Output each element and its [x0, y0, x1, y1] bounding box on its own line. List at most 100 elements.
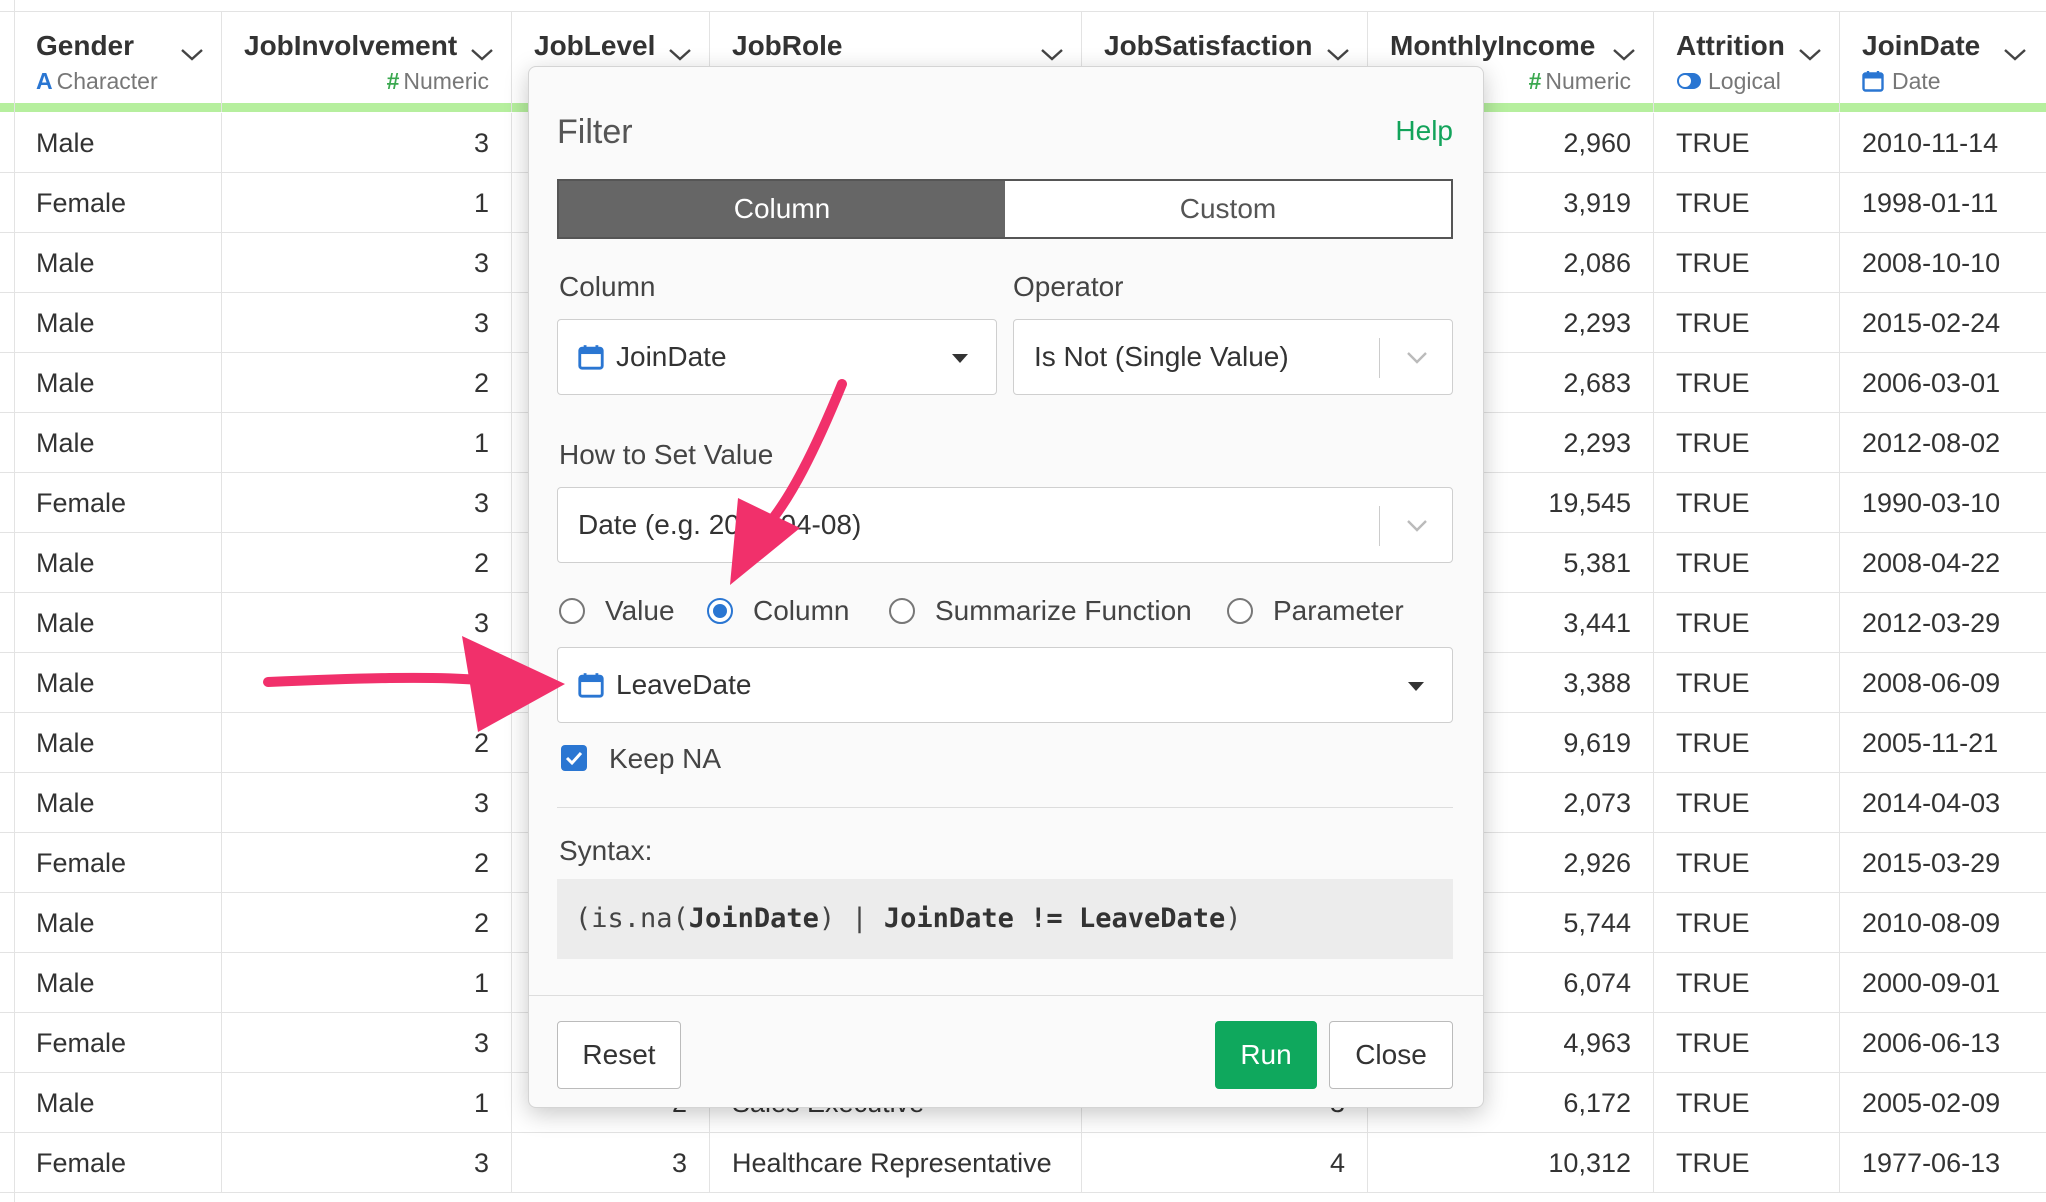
cell-job-involvement[interactable]: 2 — [222, 353, 512, 413]
cell-join-date[interactable]: 2000-09-01 — [1840, 953, 2046, 1013]
cell-gender[interactable]: Male — [14, 953, 222, 1013]
cell-job-involvement[interactable]: 3 — [222, 473, 512, 533]
value-column-select[interactable]: LeaveDate — [557, 647, 1453, 723]
cell-job-involvement[interactable]: 3 — [222, 113, 512, 173]
cell-job-involvement[interactable]: 1 — [222, 1073, 512, 1133]
cell-join-date[interactable]: 2006-03-01 — [1840, 353, 2046, 413]
radio-circle[interactable] — [889, 597, 915, 624]
cell-attrition[interactable]: TRUE — [1654, 1133, 1840, 1193]
cell-gender[interactable]: Female — [14, 1133, 222, 1193]
operator-select[interactable]: Is Not (Single Value) — [1013, 319, 1453, 395]
cell-join-date[interactable]: 2006-06-13 — [1840, 1013, 2046, 1073]
column-header-jobinvolvement[interactable]: JobInvolvement # Numeric — [222, 12, 512, 112]
tab-column[interactable]: Column — [559, 181, 1005, 237]
cell-gender[interactable]: Male — [14, 413, 222, 473]
close-button[interactable]: Close — [1329, 1021, 1453, 1089]
keep-na-checkbox[interactable] — [561, 745, 587, 771]
cell-attrition[interactable]: TRUE — [1654, 953, 1840, 1013]
cell-join-date[interactable]: 2008-10-10 — [1840, 233, 2046, 293]
cell-job-involvement[interactable]: 2 — [222, 893, 512, 953]
value-type-select[interactable]: Date (e.g. 2015-04-08) — [557, 487, 1453, 563]
cell-job-involvement[interactable]: 2 — [222, 833, 512, 893]
cell-attrition[interactable]: TRUE — [1654, 1073, 1840, 1133]
cell-join-date[interactable]: 2015-02-24 — [1840, 293, 2046, 353]
run-button[interactable]: Run — [1215, 1021, 1317, 1089]
cell-gender[interactable]: Male — [14, 293, 222, 353]
radio-circle[interactable] — [1227, 597, 1253, 624]
cell-join-date[interactable]: 2012-03-29 — [1840, 593, 2046, 653]
cell-monthly-income[interactable]: 10,312 — [1368, 1133, 1654, 1193]
cell-gender[interactable]: Male — [14, 653, 222, 713]
cell-job-involvement[interactable]: 3 — [222, 593, 512, 653]
cell-attrition[interactable]: TRUE — [1654, 353, 1840, 413]
cell-gender[interactable]: Female — [14, 473, 222, 533]
cell-job-satisfaction[interactable]: 4 — [1082, 1133, 1368, 1193]
cell-join-date[interactable]: 1990-03-10 — [1840, 473, 2046, 533]
cell-job-involvement[interactable]: 1 — [222, 953, 512, 1013]
cell-job-role[interactable]: Healthcare Representative — [710, 1133, 1082, 1193]
cell-attrition[interactable]: TRUE — [1654, 893, 1840, 953]
column-header-attrition[interactable]: Attrition Logical — [1654, 12, 1840, 112]
cell-attrition[interactable]: TRUE — [1654, 773, 1840, 833]
help-link[interactable]: Help — [1395, 115, 1453, 147]
cell-gender[interactable]: Male — [14, 113, 222, 173]
cell-attrition[interactable]: TRUE — [1654, 653, 1840, 713]
cell-job-involvement[interactable]: 1 — [222, 173, 512, 233]
cell-join-date[interactable]: 2010-11-14 — [1840, 113, 2046, 173]
chevron-down-icon[interactable] — [1325, 44, 1351, 64]
cell-gender[interactable]: Female — [14, 173, 222, 233]
chevron-down-icon[interactable] — [2002, 44, 2028, 64]
cell-join-date[interactable]: 2008-06-09 — [1840, 653, 2046, 713]
cell-join-date[interactable]: 2005-02-09 — [1840, 1073, 2046, 1133]
cell-job-involvement[interactable]: 1 — [222, 413, 512, 473]
cell-gender[interactable]: Male — [14, 713, 222, 773]
cell-gender[interactable]: Female — [14, 833, 222, 893]
cell-join-date[interactable]: 2015-03-29 — [1840, 833, 2046, 893]
reset-button[interactable]: Reset — [557, 1021, 681, 1089]
cell-attrition[interactable]: TRUE — [1654, 113, 1840, 173]
cell-join-date[interactable]: 1977-06-13 — [1840, 1133, 2046, 1193]
cell-attrition[interactable]: TRUE — [1654, 713, 1840, 773]
chevron-down-icon[interactable] — [1611, 44, 1637, 64]
chevron-down-icon[interactable] — [1797, 44, 1823, 64]
cell-join-date[interactable]: 2008-04-22 — [1840, 533, 2046, 593]
column-select[interactable]: JoinDate — [557, 319, 997, 395]
radio-value[interactable]: Value — [559, 595, 675, 627]
cell-job-involvement[interactable]: 3 — [222, 1133, 512, 1193]
chevron-down-icon[interactable] — [179, 44, 205, 64]
tab-custom[interactable]: Custom — [1005, 181, 1451, 237]
cell-gender[interactable]: Female — [14, 1013, 222, 1073]
cell-join-date[interactable]: 1998-01-11 — [1840, 173, 2046, 233]
cell-join-date[interactable]: 2010-08-09 — [1840, 893, 2046, 953]
cell-gender[interactable]: Male — [14, 893, 222, 953]
chevron-down-icon[interactable] — [469, 44, 495, 64]
cell-job-level[interactable]: 3 — [512, 1133, 710, 1193]
cell-join-date[interactable]: 2012-08-02 — [1840, 413, 2046, 473]
cell-join-date[interactable]: 2005-11-21 — [1840, 713, 2046, 773]
cell-attrition[interactable]: TRUE — [1654, 1013, 1840, 1073]
cell-attrition[interactable]: TRUE — [1654, 173, 1840, 233]
radio-column[interactable]: Column — [707, 595, 849, 627]
cell-job-involvement[interactable]: 3 — [222, 233, 512, 293]
cell-attrition[interactable]: TRUE — [1654, 593, 1840, 653]
chevron-down-icon[interactable] — [667, 44, 693, 64]
cell-attrition[interactable]: TRUE — [1654, 233, 1840, 293]
column-header-joindate[interactable]: JoinDate Date — [1840, 12, 2046, 112]
cell-job-involvement[interactable]: 3 — [222, 293, 512, 353]
cell-gender[interactable]: Male — [14, 233, 222, 293]
cell-attrition[interactable]: TRUE — [1654, 473, 1840, 533]
cell-gender[interactable]: Male — [14, 773, 222, 833]
cell-attrition[interactable]: TRUE — [1654, 533, 1840, 593]
chevron-down-icon[interactable] — [1039, 44, 1065, 64]
cell-gender[interactable]: Male — [14, 593, 222, 653]
cell-job-involvement[interactable]: 3 — [222, 1013, 512, 1073]
column-header-gender[interactable]: Gender A Character — [14, 12, 222, 112]
radio-circle[interactable] — [559, 597, 585, 624]
cell-job-involvement[interactable]: 2 — [222, 713, 512, 773]
radio-circle-selected[interactable] — [707, 597, 733, 624]
cell-join-date[interactable]: 2014-04-03 — [1840, 773, 2046, 833]
cell-job-involvement[interactable]: 3 — [222, 773, 512, 833]
cell-gender[interactable]: Male — [14, 533, 222, 593]
cell-job-involvement[interactable]: 3 — [222, 653, 512, 713]
cell-job-involvement[interactable]: 2 — [222, 533, 512, 593]
